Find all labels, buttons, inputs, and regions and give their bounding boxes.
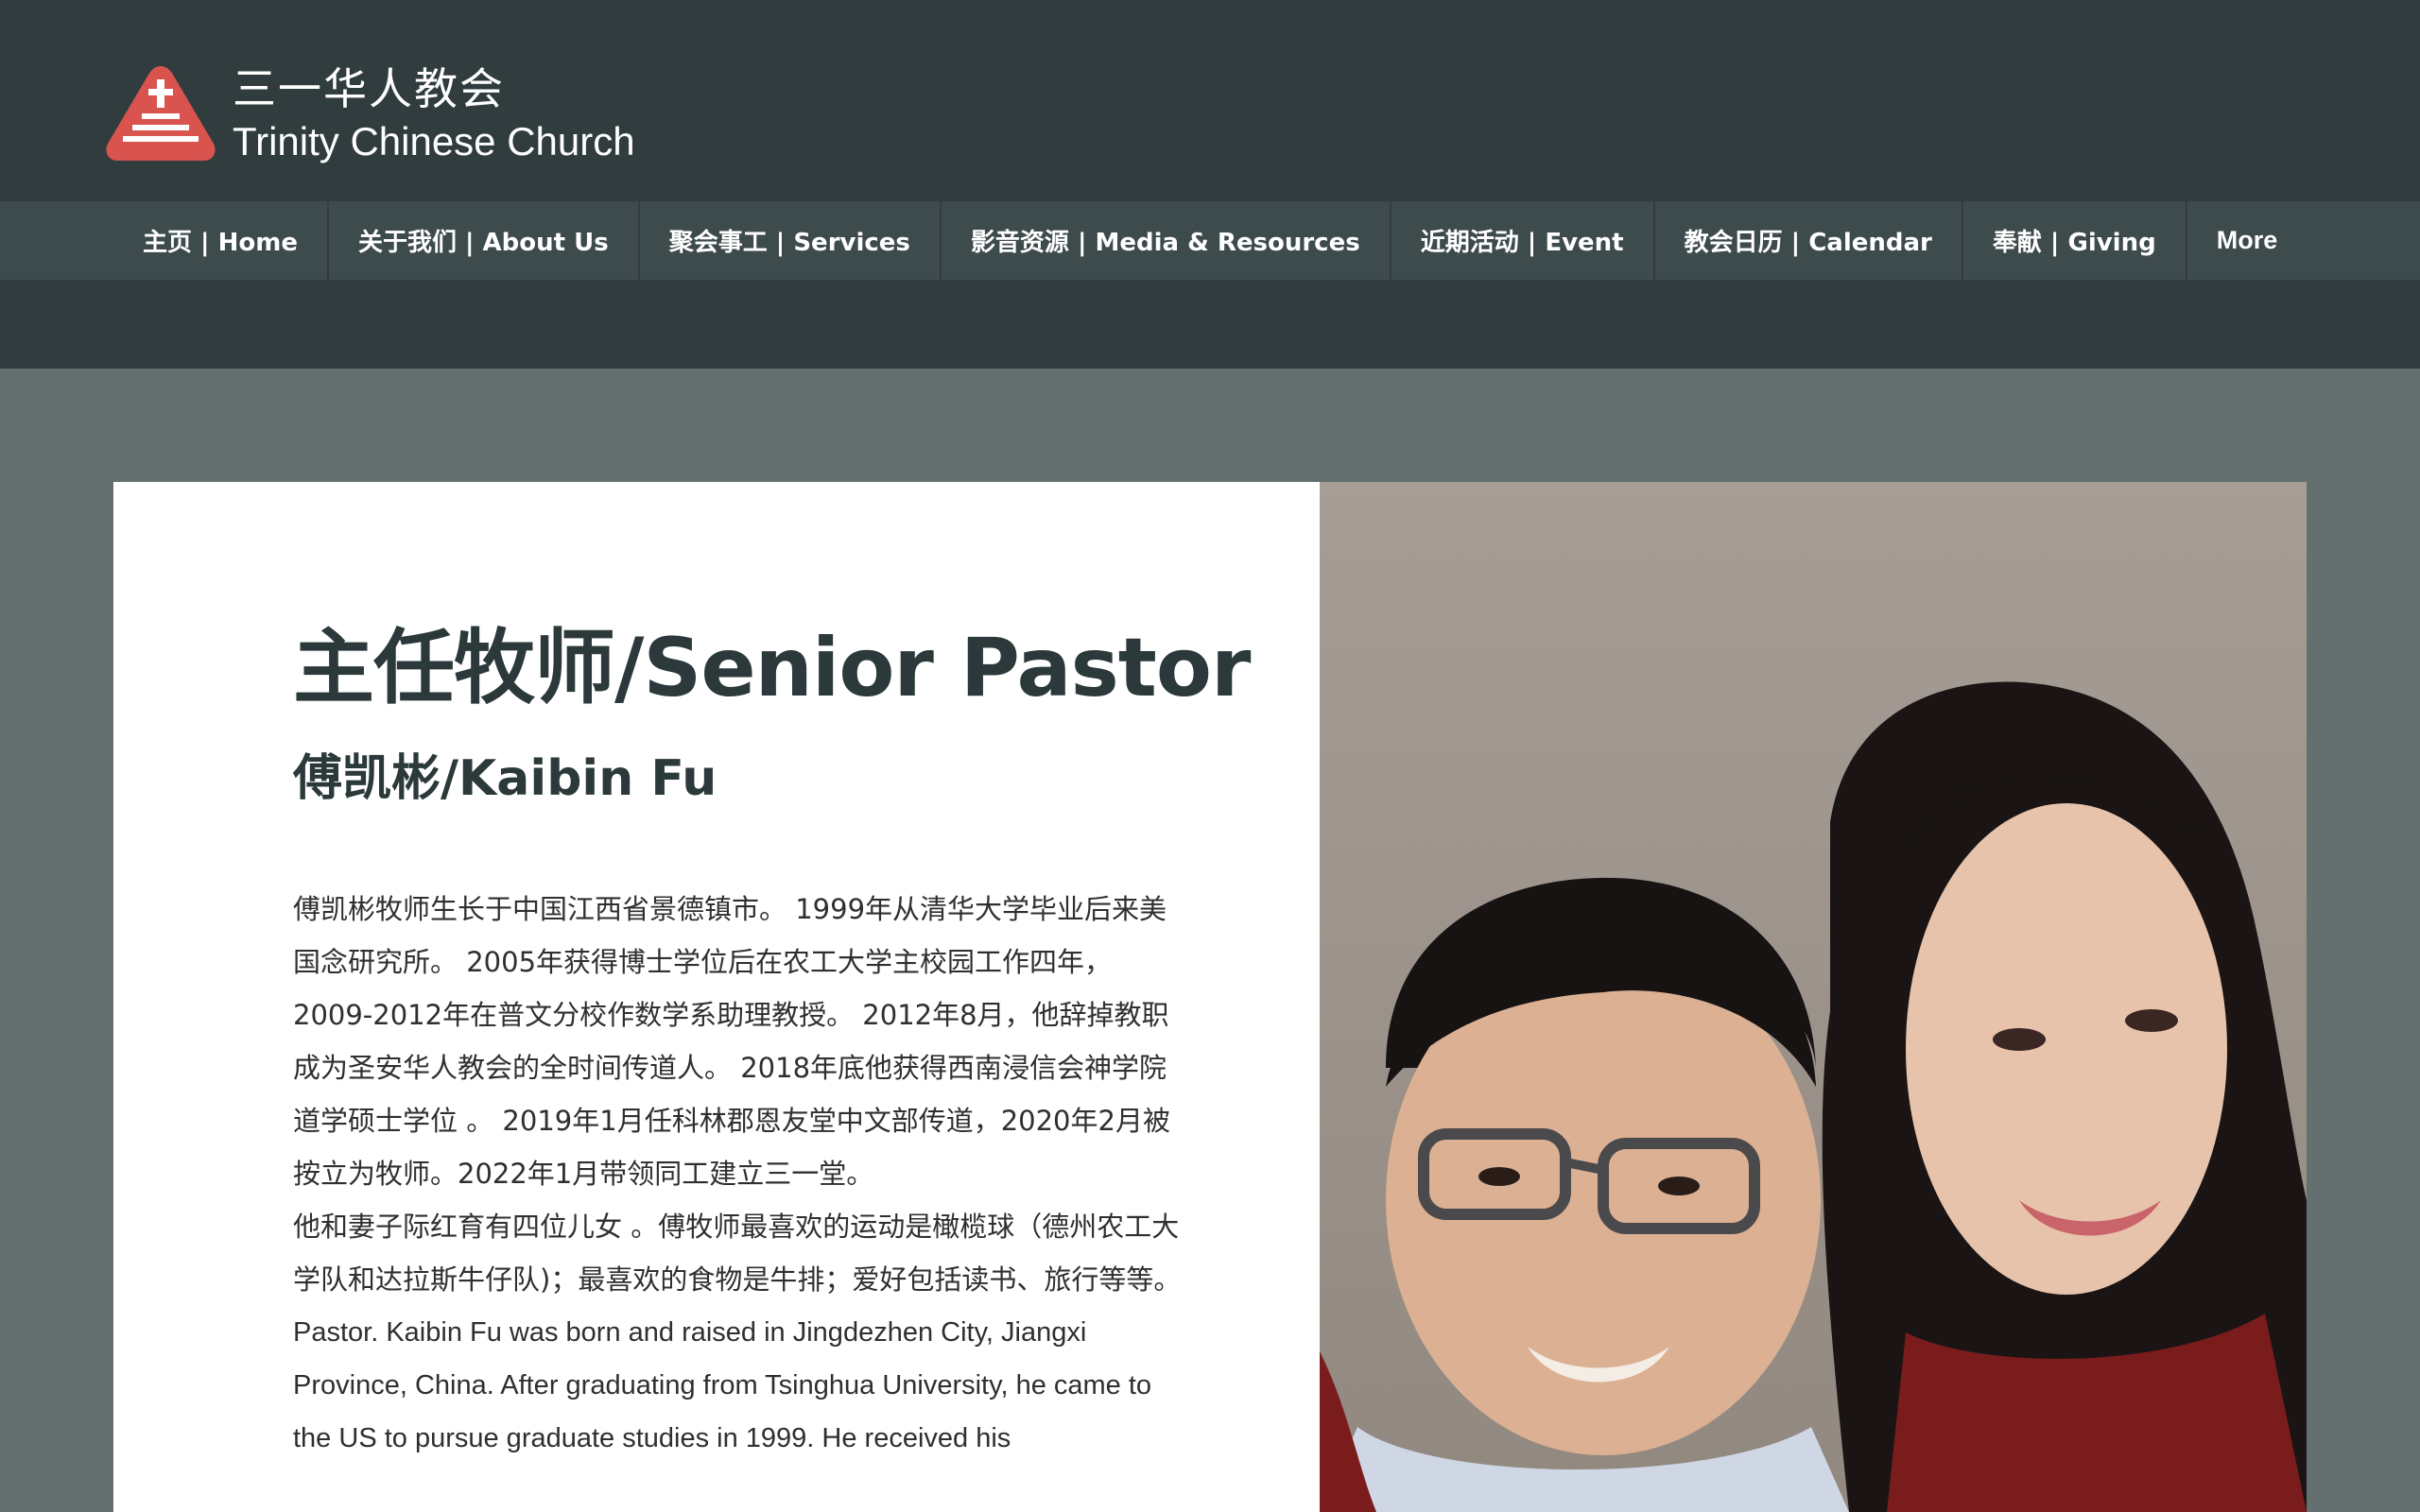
pastor-bio: 主任牧师/Senior Pastor 傅凯彬/Kaibin Fu 傅凯彬牧师生长… [293,621,1251,1465]
site-header: 三一华人教会 Trinity Chinese Church 主页 | Home … [0,0,2420,369]
bio-paragraph-cn-2: 他和妻子际红育有四位儿女 。傅牧师最喜欢的运动是橄榄球（德州农工大学队和达拉斯牛… [293,1210,1182,1296]
bio-paragraph-en: Pastor. Kaibin Fu was born and raised in… [293,1316,1152,1453]
church-logo-icon[interactable] [104,62,217,164]
nav-item-calendar[interactable]: 教会日历 | Calendar [1655,201,1963,280]
brand-name-en[interactable]: Trinity Chinese Church [233,119,635,164]
main-nav: 主页 | Home 关于我们 | About Us 聚会事工 | Service… [0,201,2420,280]
bio-paragraph-cn-1: 傅凯彬牧师生长于中国江西省景德镇市。 1999年从清华大学毕业后来美国念研究所。… [293,892,1170,1190]
nav-item-about-us[interactable]: 关于我们 | About Us [329,201,640,280]
page-title: 主任牧师/Senior Pastor [293,621,1251,715]
nav-item-more[interactable]: More [2187,201,2308,280]
bio-text: 傅凯彬牧师生长于中国江西省景德镇市。 1999年从清华大学毕业后来美国念研究所。… [293,883,1182,1465]
brand-name-cn[interactable]: 三一华人教会 [233,55,505,117]
nav-item-giving[interactable]: 奉献 | Giving [1963,201,2187,280]
nav-item-media-resources[interactable]: 影音资源 | Media & Resources [942,201,1392,280]
pastor-couple-photo [1320,482,2307,1512]
nav-item-event[interactable]: 近期活动 | Event [1392,201,1655,280]
photo-illustration [1320,482,2307,1512]
nav-item-home[interactable]: 主页 | Home [113,201,329,280]
nav-item-services[interactable]: 聚会事工 | Services [640,201,942,280]
pastor-name: 傅凯彬/Kaibin Fu [293,749,717,807]
